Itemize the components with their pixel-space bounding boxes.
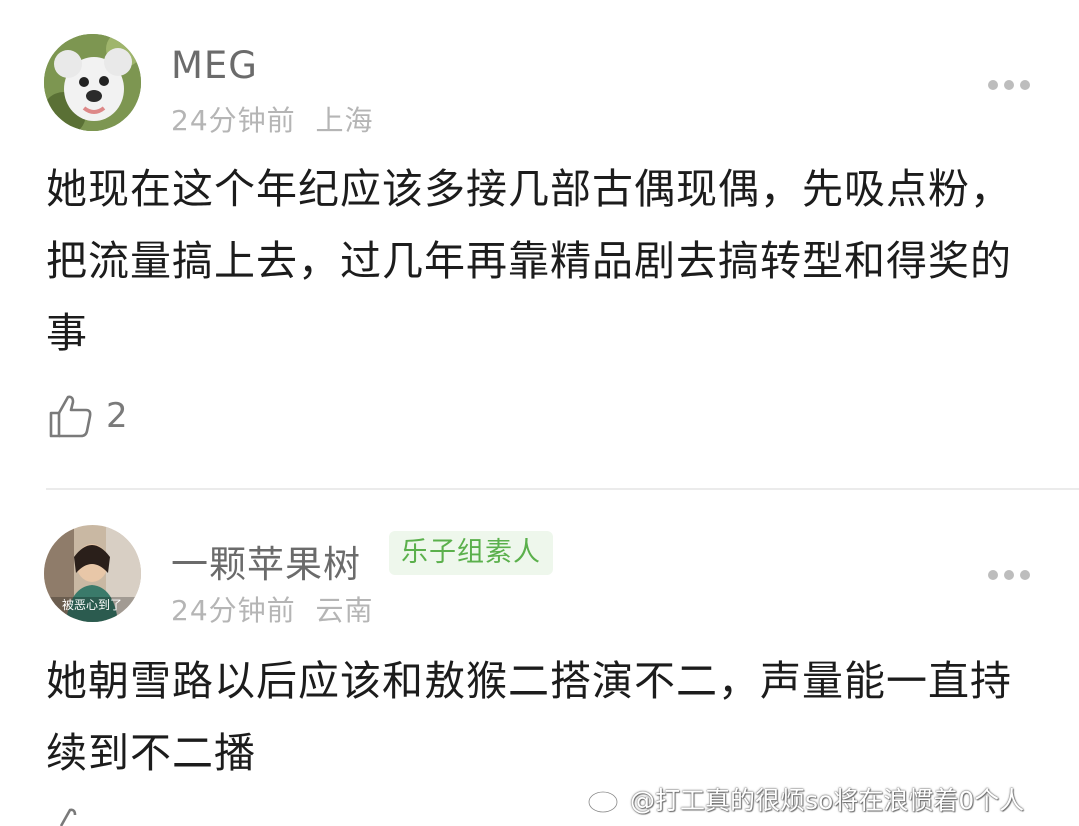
dot-icon <box>988 570 998 580</box>
comment-text: 她朝雪路以后应该和敖猴二搭演不二，声量能一直持续到不二播 <box>46 657 1012 777</box>
comment-time: 24分钟前 <box>171 594 296 627</box>
watermark: @打工真的很烦so将在浪惯着0个人 <box>586 781 1024 817</box>
comment-meta: 24分钟前 云南 <box>171 589 374 629</box>
watermark-text: @打工真的很烦so将在浪惯着0个人 <box>630 786 1025 815</box>
comment-item: 被恶心到了 一颗苹果树 乐子组素人 24分钟前 云南 她朝雪路以后应该和敖猴二搭… <box>0 0 1079 826</box>
username[interactable]: 一颗苹果树 <box>171 534 361 588</box>
more-options-button[interactable] <box>988 570 1030 580</box>
thumbs-up-icon[interactable] <box>50 806 96 826</box>
photo-avatar-icon: 被恶心到了 <box>44 525 141 622</box>
weibo-logo-icon <box>587 787 625 814</box>
user-badge[interactable]: 乐子组素人 <box>389 531 553 575</box>
user-avatar[interactable]: 被恶心到了 <box>44 525 141 622</box>
avatar-caption: 被恶心到了 <box>62 598 122 612</box>
dot-icon <box>1020 570 1030 580</box>
comment-location: 云南 <box>315 594 374 627</box>
dot-icon <box>1004 570 1014 580</box>
